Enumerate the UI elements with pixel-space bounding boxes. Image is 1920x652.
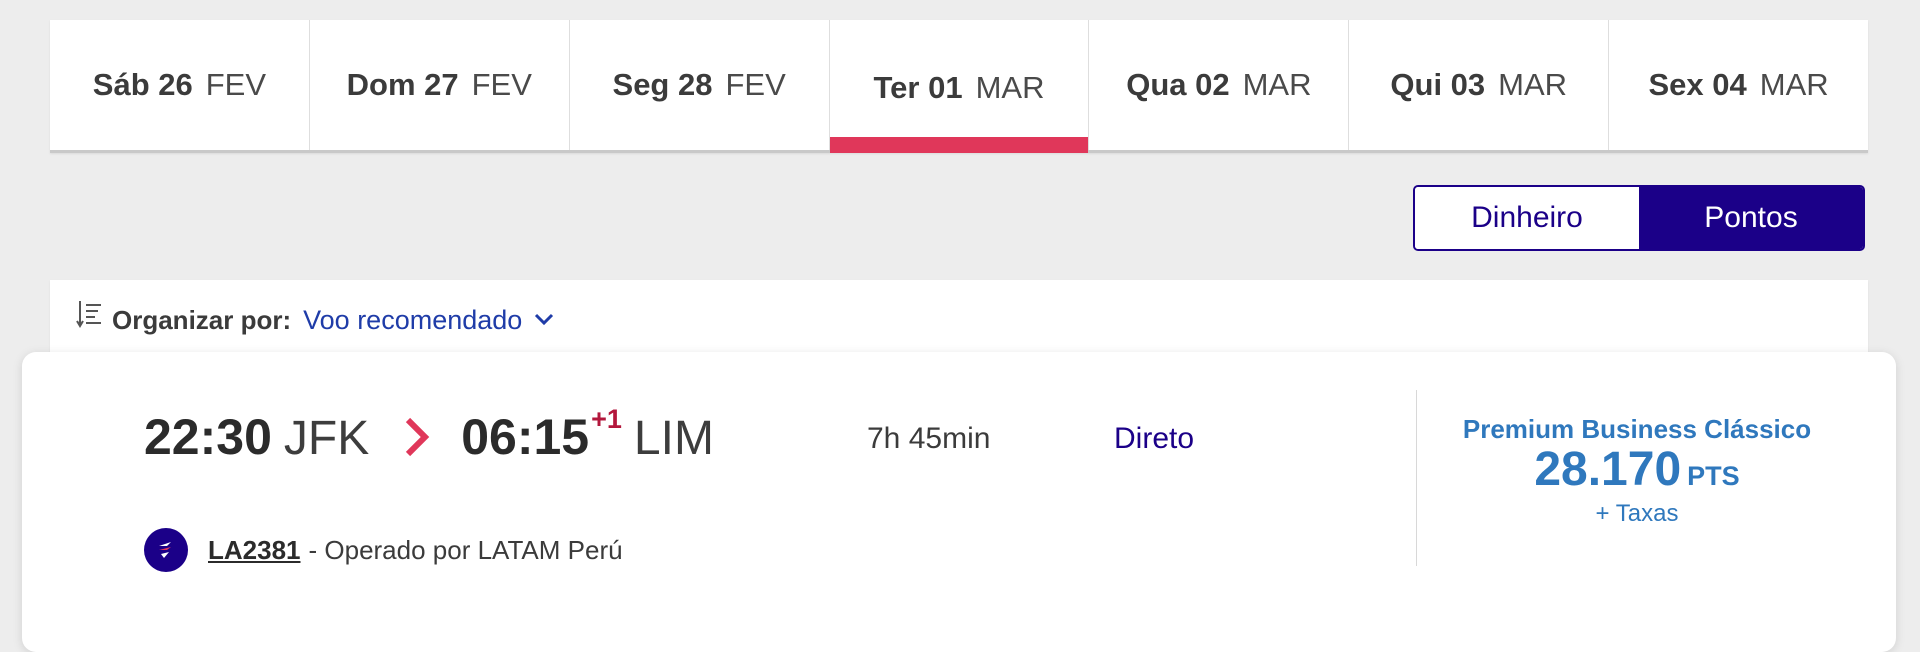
date-tab-day: Qua 02 xyxy=(1126,67,1230,102)
date-tab-month: MAR xyxy=(975,70,1045,105)
sort-bar: Organizar por: Voo recomendado xyxy=(50,280,1868,360)
date-tab-day: Seg 28 xyxy=(612,67,713,102)
sort-icon xyxy=(76,301,101,328)
fare-unit: PTS xyxy=(1687,461,1740,491)
flight-number-link[interactable]: LA2381 xyxy=(208,535,301,566)
fare-amount: 28.170 xyxy=(1534,443,1682,496)
date-tab-sex-04[interactable]: Sex 04 MAR xyxy=(1609,20,1868,150)
flight-duration: 7h 45min xyxy=(867,422,991,455)
departure-time: 22:30 xyxy=(144,409,272,465)
date-tab-month: MAR xyxy=(1498,67,1568,102)
flight-times: 22:30 JFK 06:15 +1 LIM xyxy=(144,404,714,466)
fare-name: Premium Business Clássico xyxy=(1462,414,1812,444)
sort-dropdown-value: Voo recomendado xyxy=(303,304,523,335)
points-toggle-button[interactable]: Pontos xyxy=(1639,187,1863,249)
day-offset-badge: +1 xyxy=(591,404,622,434)
date-tab-ter-01-selected[interactable]: Ter 01 MAR xyxy=(829,20,1090,153)
date-tab-day: Dom 27 xyxy=(346,67,459,102)
date-tab-month: MAR xyxy=(1242,67,1312,102)
date-tab-sab-26[interactable]: Sáb 26 FEV xyxy=(50,20,310,150)
chevron-right-icon xyxy=(406,417,430,457)
arrival-airport: LIM xyxy=(633,412,714,465)
departure-airport: JFK xyxy=(283,412,370,465)
payment-mode-toggle: Dinheiro Pontos xyxy=(1413,185,1865,251)
date-selector: Sáb 26 FEV Dom 27 FEV Seg 28 FEV Ter 01 … xyxy=(50,20,1868,153)
date-tab-month: MAR xyxy=(1759,67,1829,102)
latam-logo-icon xyxy=(144,528,188,572)
flight-info: LA2381 - Operado por LATAM Perú xyxy=(144,528,623,572)
flight-stops[interactable]: Direto xyxy=(1114,422,1194,456)
date-tab-day: Sáb 26 xyxy=(92,67,193,102)
date-tab-qua-02[interactable]: Qua 02 MAR xyxy=(1089,20,1350,150)
sort-label: Organizar por: xyxy=(112,304,292,335)
fare-box[interactable]: Premium Business Clássico 28.170 PTS + Ta… xyxy=(1442,414,1832,528)
date-tab-dom-27[interactable]: Dom 27 FEV xyxy=(310,20,570,150)
money-toggle-button[interactable]: Dinheiro xyxy=(1415,187,1639,249)
latam-logo-mark-icon xyxy=(159,542,171,558)
card-divider xyxy=(1416,390,1417,566)
arrival-time: 06:15 xyxy=(461,409,590,465)
date-tab-day: Ter 01 xyxy=(873,70,963,105)
fare-price: 28.170 PTS xyxy=(1442,445,1832,506)
fare-taxes: + Taxas xyxy=(1595,500,1679,527)
chevron-down-icon xyxy=(535,313,554,326)
date-tab-qui-03[interactable]: Qui 03 MAR xyxy=(1349,20,1610,150)
flight-card[interactable]: 22:30 JFK 06:15 +1 LIM 7h 45min Direto P… xyxy=(22,352,1896,652)
date-tab-day: Qui 03 xyxy=(1390,67,1486,102)
date-tab-month: FEV xyxy=(725,67,786,102)
date-tab-seg-28[interactable]: Seg 28 FEV xyxy=(570,20,830,150)
date-tab-month: FEV xyxy=(471,67,532,102)
operated-by-text: - Operado por LATAM Perú xyxy=(308,534,623,565)
sort-dropdown[interactable]: Voo recomendado xyxy=(303,305,554,336)
date-tab-day: Sex 04 xyxy=(1648,67,1747,102)
date-tab-month: FEV xyxy=(205,67,267,102)
